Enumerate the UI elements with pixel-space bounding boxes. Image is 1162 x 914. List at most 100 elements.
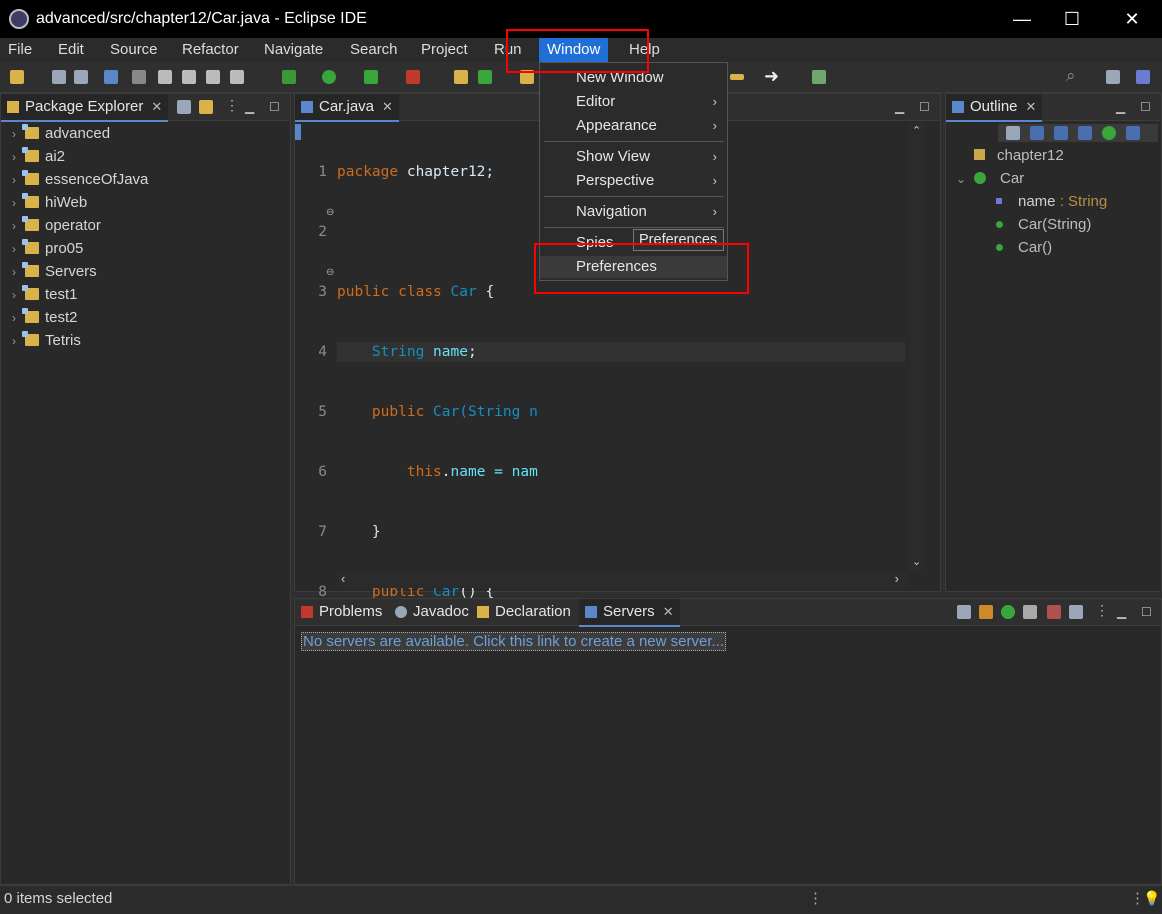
toggle-block-icon[interactable] (206, 70, 220, 84)
coverage-icon[interactable] (364, 70, 378, 84)
menu-project[interactable]: Project (413, 38, 476, 62)
hide-fields-icon[interactable] (1054, 126, 1068, 140)
menu-item-navigation[interactable]: Navigation › (540, 201, 727, 223)
annotation-icon[interactable] (730, 74, 744, 80)
menu-source[interactable]: Source (102, 38, 166, 62)
chevron-down-icon[interactable]: ⌄ (954, 168, 968, 191)
tree-item-project[interactable]: › advanced (7, 122, 110, 145)
chevron-right-icon[interactable]: › (7, 261, 21, 284)
fold-icon[interactable]: ⊖ (326, 207, 334, 218)
perspective-java-icon[interactable] (1136, 70, 1150, 84)
fold-icon[interactable]: ⊖ (326, 267, 334, 278)
external-tools-icon[interactable] (406, 70, 420, 84)
view-menu-icon[interactable]: ⋮ (225, 97, 239, 114)
chevron-right-icon[interactable]: › (7, 284, 21, 307)
publish-icon[interactable] (1069, 605, 1083, 619)
tree-item-project[interactable]: › operator (7, 214, 101, 237)
tab-package-explorer[interactable]: Package Explorer ✕ (1, 94, 169, 122)
hide-local-types-icon[interactable] (1126, 126, 1140, 140)
menu-refactor[interactable]: Refactor (174, 38, 247, 62)
tab-servers[interactable]: Servers ✕ (579, 599, 680, 627)
maximize-button[interactable]: ☐ (1044, 0, 1100, 38)
stop-server-icon[interactable] (1047, 605, 1061, 619)
terminal-icon[interactable] (104, 70, 118, 84)
close-icon[interactable]: ✕ (382, 99, 393, 114)
sort-icon[interactable] (1030, 126, 1044, 140)
close-button[interactable]: ✕ (1104, 0, 1160, 38)
minimize-icon[interactable]: ▁ (895, 100, 904, 114)
maximize-icon[interactable]: ☐ (1140, 100, 1151, 114)
collapse-icon[interactable] (957, 605, 971, 619)
chevron-right-icon[interactable]: › (7, 146, 21, 169)
scroll-up-icon[interactable]: ⌃ (912, 124, 921, 137)
outline-constructor[interactable]: Car() (996, 236, 1052, 259)
minimize-icon[interactable]: ▁ (1116, 100, 1125, 114)
collapse-all-icon[interactable] (1006, 126, 1020, 140)
skip-breakpoints-icon[interactable] (132, 70, 146, 84)
debug-server-icon[interactable] (979, 605, 993, 619)
close-icon[interactable]: ✕ (663, 604, 674, 619)
maximize-icon[interactable]: ☐ (269, 100, 280, 114)
minimize-icon[interactable]: ▁ (1117, 605, 1126, 619)
horizontal-scrollbar[interactable]: ‹ › (337, 571, 907, 588)
edit-icon[interactable] (182, 70, 196, 84)
view-menu-icon[interactable]: ⋮ (1095, 602, 1109, 619)
minimize-button[interactable]: — (994, 0, 1050, 38)
tree-item-project[interactable]: › Servers (7, 260, 97, 283)
debug-icon[interactable] (282, 70, 296, 84)
chevron-right-icon[interactable]: › (7, 215, 21, 238)
tree-item-project[interactable]: › Tetris (7, 329, 81, 352)
chevron-right-icon[interactable]: › (7, 123, 21, 146)
chevron-right-icon[interactable]: › (7, 169, 21, 192)
scroll-down-icon[interactable]: ⌄ (912, 555, 921, 568)
toggle-mark-icon[interactable] (158, 70, 172, 84)
create-server-link[interactable]: No servers are available. Click this lin… (301, 632, 727, 651)
close-icon[interactable]: ✕ (1026, 99, 1037, 114)
open-perspective-icon[interactable] (812, 70, 826, 84)
hide-static-icon[interactable] (1078, 126, 1092, 140)
outline-field[interactable]: name : String (996, 190, 1107, 213)
maximize-icon[interactable]: ☐ (919, 100, 930, 114)
save-icon[interactable] (52, 70, 66, 84)
tree-item-project[interactable]: › pro05 (7, 237, 83, 260)
start-server-icon[interactable] (1001, 605, 1015, 619)
scroll-right-icon[interactable]: › (895, 571, 899, 586)
profile-server-icon[interactable] (1023, 605, 1037, 619)
close-icon[interactable]: ✕ (151, 99, 162, 114)
new-class-icon[interactable] (478, 70, 492, 84)
new-java-project-icon[interactable] (454, 70, 468, 84)
maximize-icon[interactable]: ☐ (1141, 605, 1152, 619)
chevron-right-icon[interactable]: › (7, 192, 21, 215)
menu-edit[interactable]: Edit (50, 38, 92, 62)
tree-item-project[interactable]: › test2 (7, 306, 78, 329)
whitespace-icon[interactable] (230, 70, 244, 84)
tab-problems[interactable]: Problems (295, 599, 388, 625)
outline-constructor[interactable]: Car(String) (996, 213, 1091, 236)
menu-item-editor[interactable]: Editor › (540, 91, 727, 113)
new-icon[interactable] (10, 70, 24, 84)
tree-item-project[interactable]: › ai2 (7, 145, 65, 168)
save-all-icon[interactable] (74, 70, 88, 84)
tree-item-project[interactable]: › essenceOfJava (7, 168, 148, 191)
chevron-right-icon[interactable]: › (7, 330, 21, 353)
search-icon[interactable]: ⌕ (1066, 66, 1076, 86)
outline-package[interactable]: chapter12 (974, 144, 1064, 167)
collapse-all-icon[interactable] (177, 100, 191, 114)
tab-outline[interactable]: Outline ✕ (946, 94, 1043, 122)
tab-declaration[interactable]: Declaration (471, 599, 577, 625)
run-icon[interactable] (322, 70, 336, 84)
menu-file[interactable]: File (0, 38, 40, 62)
menu-item-show-view[interactable]: Show View › (540, 146, 727, 168)
link-editor-icon[interactable] (199, 100, 213, 114)
menu-item-perspective[interactable]: Perspective › (540, 170, 727, 192)
tip-lightbulb-icon[interactable]: 💡 (1143, 890, 1160, 907)
minimize-icon[interactable]: ▁ (245, 100, 254, 114)
scroll-left-icon[interactable]: ‹ (341, 571, 345, 586)
tree-item-project[interactable]: › test1 (7, 283, 78, 306)
chevron-right-icon[interactable]: › (7, 307, 21, 330)
chevron-right-icon[interactable]: › (7, 238, 21, 261)
menu-item-appearance[interactable]: Appearance › (540, 115, 727, 137)
tab-javadoc[interactable]: Javadoc (389, 599, 475, 625)
vertical-scrollbar[interactable]: ⌃ ⌄ (909, 122, 925, 570)
menu-navigate[interactable]: Navigate (256, 38, 331, 62)
